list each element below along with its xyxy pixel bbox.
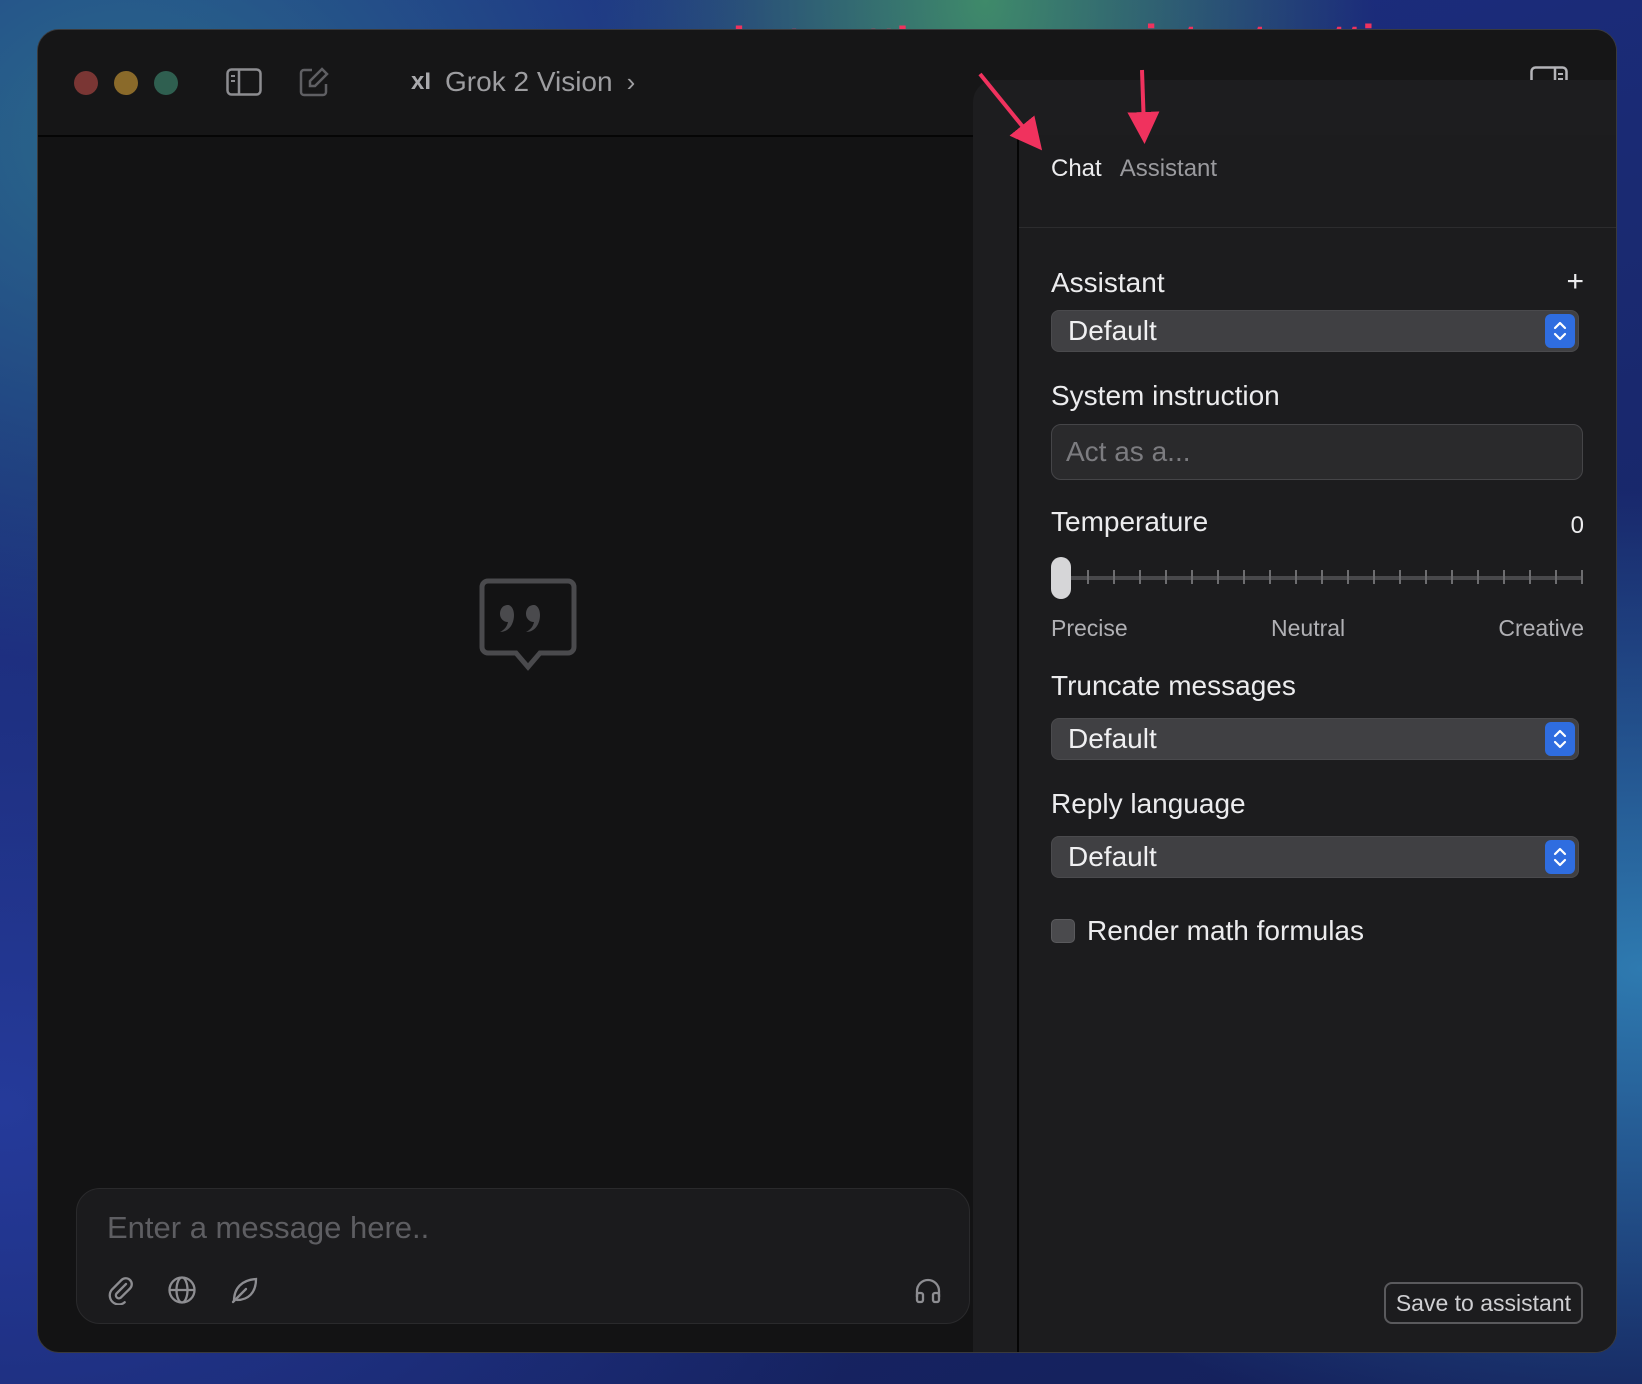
slider-tick bbox=[1113, 570, 1115, 584]
minimize-window-button[interactable] bbox=[114, 71, 138, 95]
chevron-right-icon: › bbox=[626, 66, 636, 97]
slider-tick bbox=[1373, 570, 1375, 584]
reply-language-label: Reply language bbox=[1051, 788, 1246, 819]
slider-tick bbox=[1321, 570, 1323, 584]
up-down-chevron-icon bbox=[1545, 722, 1575, 756]
slider-tick bbox=[1399, 570, 1401, 584]
paperclip-icon[interactable] bbox=[103, 1273, 137, 1307]
slider-tick bbox=[1295, 570, 1297, 584]
truncate-messages-select[interactable]: Default bbox=[1051, 718, 1579, 760]
assistant-select-value: Default bbox=[1068, 315, 1157, 346]
render-math-checkbox[interactable] bbox=[1051, 919, 1075, 943]
system-instruction-input[interactable]: Act as a... bbox=[1051, 424, 1583, 480]
render-math-label: Render math formulas bbox=[1087, 915, 1365, 946]
slider-tick bbox=[1347, 570, 1349, 584]
headphones-icon[interactable] bbox=[911, 1273, 945, 1307]
new-chat-icon[interactable] bbox=[294, 62, 334, 102]
sidebar-toggle-icon[interactable] bbox=[224, 62, 264, 102]
empty-chat-quote-icon bbox=[478, 575, 578, 675]
slider-tick bbox=[1529, 570, 1531, 584]
system-instruction-label: System instruction bbox=[1051, 380, 1280, 411]
model-name: Grok 2 Vision bbox=[445, 66, 613, 97]
chat-title[interactable]: xI Grok 2 Vision › bbox=[411, 60, 635, 104]
reply-language-value: Default bbox=[1068, 841, 1157, 872]
temperature-max-label: Creative bbox=[1498, 615, 1584, 641]
render-math-row: Render math formulas bbox=[1051, 915, 1364, 947]
slider-tick bbox=[1425, 570, 1427, 584]
assistant-label: Assistant bbox=[1051, 267, 1165, 298]
up-down-chevron-icon bbox=[1545, 840, 1575, 874]
close-window-button[interactable] bbox=[74, 71, 98, 95]
settings-panel: Chat Assistant Assistant + Default Syste… bbox=[1019, 135, 1616, 1352]
assistant-select[interactable]: Default bbox=[1051, 310, 1579, 352]
xai-logo-icon: xI bbox=[411, 68, 432, 95]
temperature-slider[interactable] bbox=[1051, 555, 1583, 601]
app-window: xI Grok 2 Vision › Enter a message here.… bbox=[37, 29, 1617, 1353]
slider-tick bbox=[1191, 570, 1193, 584]
slider-tick bbox=[1243, 570, 1245, 584]
save-to-assistant-button[interactable]: Save to assistant bbox=[1383, 1282, 1583, 1324]
up-down-chevron-icon bbox=[1545, 314, 1575, 348]
slider-tick bbox=[1477, 570, 1479, 584]
slider-tick bbox=[1503, 570, 1505, 584]
tabs-divider bbox=[1019, 227, 1616, 228]
leaf-icon[interactable] bbox=[227, 1273, 261, 1307]
maximize-window-button[interactable] bbox=[154, 71, 178, 95]
slider-tick bbox=[1555, 570, 1557, 584]
message-composer bbox=[76, 1188, 970, 1324]
truncate-messages-label: Truncate messages bbox=[1051, 670, 1296, 701]
slider-tick bbox=[1451, 570, 1453, 584]
slider-tick bbox=[1165, 570, 1167, 584]
slider-tick bbox=[1581, 570, 1583, 584]
temperature-label: Temperature bbox=[1051, 506, 1209, 537]
temperature-min-label: Precise bbox=[1051, 615, 1128, 641]
reply-language-select[interactable]: Default bbox=[1051, 836, 1579, 878]
settings-tabs: Chat Assistant bbox=[1051, 155, 1217, 183]
globe-icon[interactable] bbox=[165, 1273, 199, 1307]
slider-tick bbox=[1087, 570, 1089, 584]
add-assistant-icon[interactable]: + bbox=[1566, 267, 1584, 297]
truncate-select-value: Default bbox=[1068, 723, 1157, 754]
message-input[interactable] bbox=[105, 1207, 809, 1249]
temperature-mid-label: Neutral bbox=[1271, 615, 1346, 641]
slider-tick bbox=[1269, 570, 1271, 584]
tab-chat[interactable]: Chat bbox=[1051, 155, 1102, 183]
slider-tick bbox=[1217, 570, 1219, 584]
temperature-value: 0 bbox=[1570, 512, 1584, 539]
slider-tick bbox=[1139, 570, 1141, 584]
tab-assistant[interactable]: Assistant bbox=[1120, 155, 1217, 183]
slider-thumb[interactable] bbox=[1051, 557, 1071, 599]
system-instruction-placeholder: Act as a... bbox=[1066, 436, 1191, 467]
